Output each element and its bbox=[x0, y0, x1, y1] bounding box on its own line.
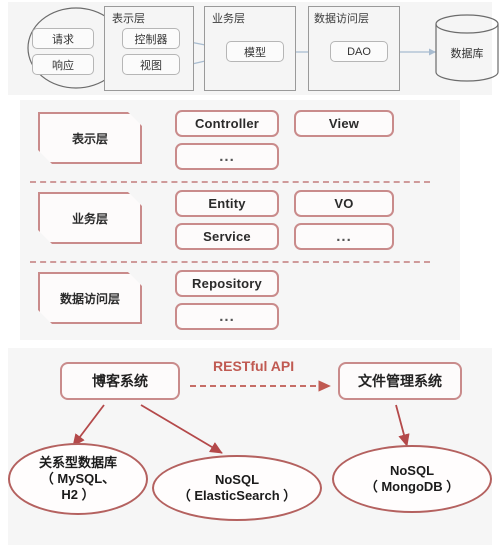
card-repository[interactable]: Repository bbox=[175, 270, 279, 297]
database-cylinder-label: 数据库 bbox=[450, 48, 484, 60]
node-model: 模型 bbox=[226, 41, 284, 62]
datastore-mongodb[interactable]: NoSQL （ MongoDB ） bbox=[332, 445, 492, 513]
node-controller: 控制器 bbox=[122, 28, 180, 49]
group-business-title: 业务层 bbox=[212, 13, 245, 25]
layer-divider-2 bbox=[30, 261, 430, 263]
node-request: 请求 bbox=[32, 28, 94, 49]
card-view[interactable]: View bbox=[294, 110, 394, 137]
card-service-label: Service bbox=[203, 229, 251, 244]
layer-tag-dataaccess-label: 数据访问层 bbox=[59, 291, 120, 306]
datastore-mongodb-line2: （ MongoDB ） bbox=[364, 479, 460, 494]
card-repository-label: Repository bbox=[192, 276, 262, 291]
datastore-relational-line3: H2 ） bbox=[61, 487, 95, 503]
card-business-more-label: ... bbox=[336, 228, 352, 245]
node-dao: DAO bbox=[330, 41, 388, 62]
layers-panel: 表示层 Controller ... View 业务层 Entity Servi… bbox=[20, 100, 460, 340]
system-file-label: 文件管理系统 bbox=[358, 373, 442, 389]
node-request-label: 请求 bbox=[52, 33, 74, 46]
node-view-label: 视图 bbox=[140, 59, 162, 72]
node-model-label: 模型 bbox=[244, 46, 266, 59]
layer-tag-business: 业务层 bbox=[38, 192, 142, 244]
card-dataaccess-more-label: ... bbox=[219, 308, 235, 325]
group-dataaccess-title: 数据访问层 bbox=[314, 13, 369, 25]
card-controller[interactable]: Controller bbox=[175, 110, 279, 137]
card-view-label: View bbox=[328, 116, 360, 131]
datastore-relational-line1: 关系型数据库 bbox=[38, 454, 117, 470]
group-presentation-title: 表示层 bbox=[112, 13, 145, 25]
layer-tag-presentation: 表示层 bbox=[38, 112, 142, 164]
node-controller-label: 控制器 bbox=[134, 33, 168, 46]
node-dao-label: DAO bbox=[347, 45, 371, 58]
restful-api-label: RESTful API bbox=[213, 358, 295, 374]
layer-tag-dataaccess: 数据访问层 bbox=[38, 272, 142, 324]
datastore-relational-line2: （ MySQL、 bbox=[40, 470, 116, 486]
card-presentation-more-label: ... bbox=[219, 148, 235, 165]
node-response-label: 响应 bbox=[52, 59, 74, 72]
layer-tag-business-label: 业务层 bbox=[71, 211, 108, 226]
node-view: 视图 bbox=[122, 54, 180, 75]
node-response: 响应 bbox=[32, 54, 94, 75]
datastore-mongodb-line1: NoSQL bbox=[389, 462, 435, 478]
card-entity[interactable]: Entity bbox=[175, 190, 279, 217]
system-blog-label: 博客系统 bbox=[92, 373, 148, 389]
architecture-panel: 请求 响应 表示层 控制器 视图 业务层 模型 数据访问层 DAO 数据库 bbox=[8, 2, 499, 95]
datastore-elasticsearch[interactable]: NoSQL （ ElasticSearch ） bbox=[152, 455, 322, 521]
card-presentation-more[interactable]: ... bbox=[175, 143, 279, 170]
layer-tag-presentation-label: 表示层 bbox=[71, 131, 108, 146]
card-vo-label: VO bbox=[334, 196, 354, 211]
layer-divider-1 bbox=[30, 181, 430, 183]
card-service[interactable]: Service bbox=[175, 223, 279, 250]
card-vo[interactable]: VO bbox=[294, 190, 394, 217]
card-business-more[interactable]: ... bbox=[294, 223, 394, 250]
datastore-relational[interactable]: 关系型数据库 （ MySQL、 H2 ） bbox=[8, 443, 148, 515]
system-blog[interactable]: 博客系统 bbox=[60, 362, 180, 400]
card-controller-label: Controller bbox=[194, 116, 260, 131]
datastore-elasticsearch-line2: （ ElasticSearch ） bbox=[177, 488, 297, 503]
datastore-elasticsearch-line1: NoSQL bbox=[214, 471, 260, 487]
card-dataaccess-more[interactable]: ... bbox=[175, 303, 279, 330]
card-entity-label: Entity bbox=[208, 196, 246, 211]
system-file[interactable]: 文件管理系统 bbox=[338, 362, 462, 400]
